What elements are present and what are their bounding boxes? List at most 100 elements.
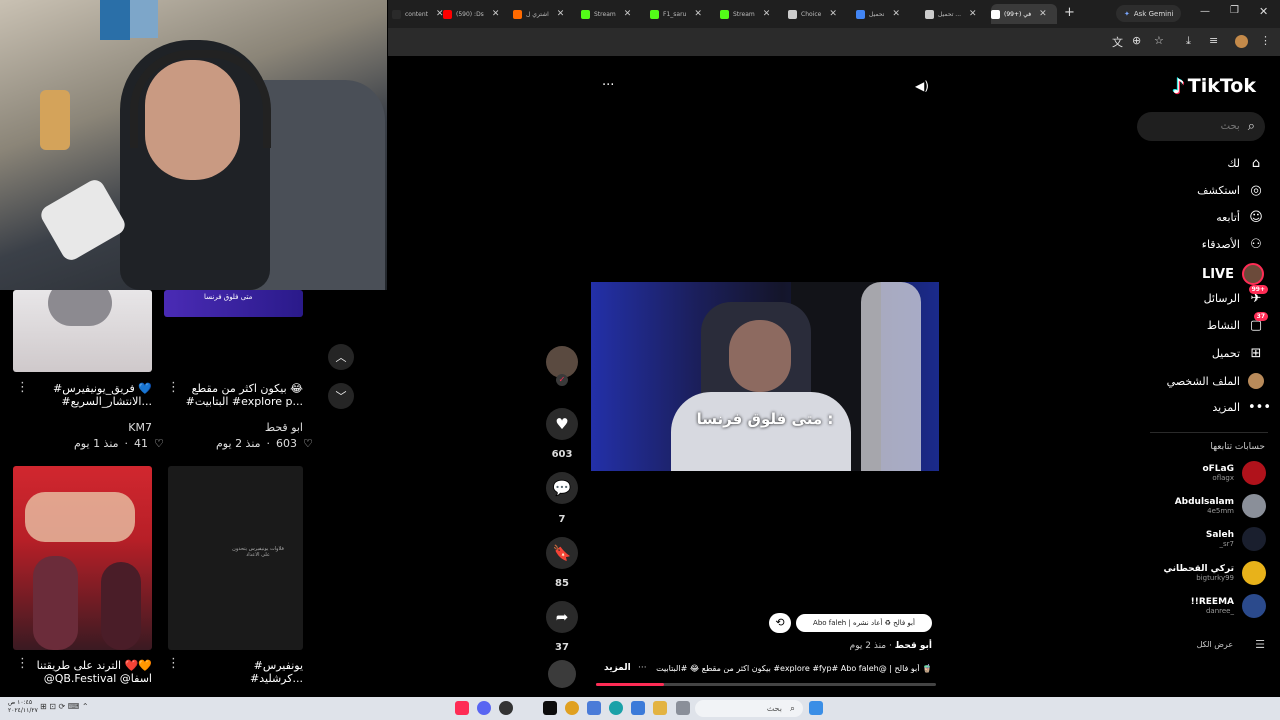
close-tab-icon[interactable]: ✕: [1039, 9, 1047, 19]
explorer-taskbar-icon[interactable]: [653, 701, 667, 715]
app-taskbar-icon[interactable]: [499, 701, 513, 715]
tiktok-taskbar-icon[interactable]: [455, 701, 469, 715]
thumb-text: فلاوات يونيفيرس يتحدون على الاعداد: [232, 546, 284, 558]
grid-thumbnail[interactable]: فلاوات يونيفيرس يتحدون على الاعداد: [168, 466, 303, 650]
terminal-taskbar-icon[interactable]: [543, 701, 557, 715]
restore-window-icon[interactable]: ❐: [1230, 5, 1239, 16]
sidebar-item-activity[interactable]: النشاط ▢ 37: [1207, 312, 1268, 333]
sidebar-item-live[interactable]: LIVE: [1202, 263, 1264, 285]
browser-tab[interactable]: Stream ✕: [720, 4, 786, 24]
follow-check-icon[interactable]: ✓: [556, 374, 568, 386]
browser-menu-icon[interactable]: ⋮: [1260, 34, 1271, 47]
start-button-icon[interactable]: [809, 701, 823, 715]
like-button[interactable]: ♥: [546, 408, 578, 440]
grid-item-menu-icon[interactable]: ⋮: [16, 380, 29, 395]
video-author[interactable]: أبو قحط: [895, 641, 932, 651]
zoom-icon[interactable]: ⊕: [1132, 34, 1141, 47]
sidebar-item-profile[interactable]: الملف الشخصي: [1167, 373, 1264, 389]
browser-tab[interactable]: تحميل ✕: [856, 4, 922, 24]
new-tab-button[interactable]: +: [1064, 5, 1075, 20]
sidebar-item-compass[interactable]: استكشف ◎: [1197, 183, 1264, 198]
caption-more-button[interactable]: المزيد: [604, 663, 631, 673]
video-progress-track[interactable]: [596, 683, 936, 686]
close-tab-icon[interactable]: ✕: [829, 9, 837, 19]
notification-badge: 99+: [1248, 285, 1268, 294]
followed-account[interactable]: Saleh _sr7: [1206, 527, 1266, 551]
video-options-icon[interactable]: ···: [602, 78, 614, 93]
repost-button[interactable]: ⟲: [769, 613, 791, 633]
gemini-button[interactable]: ✦ Ask Gemini: [1116, 5, 1182, 22]
sidebar-item-home[interactable]: لك ⌂: [1227, 156, 1264, 171]
grid-caption[interactable]: #يونفيرس #كرشليد...: [180, 659, 303, 685]
address-bar[interactable]: 文 ⊕ ☆ ⤓ ≡ ⋮: [388, 28, 1280, 56]
grid-caption[interactable]: بيكون اكثر من مقطع 😂 #البتابيت #explore …: [175, 382, 303, 408]
browser-tab[interactable]: (590) :Ds ✕: [443, 4, 509, 24]
grid-thumbnail[interactable]: [13, 466, 152, 650]
repost-chip[interactable]: Abo faleh | أبو فالح ♻ أعاد نشره: [796, 614, 932, 632]
sidebar-item-friends[interactable]: الأصدقاء ⚇: [1202, 237, 1264, 252]
close-tab-icon[interactable]: ✕: [969, 9, 977, 19]
translate-icon[interactable]: 文: [1112, 34, 1123, 50]
search-input[interactable]: بحث ⌕: [1137, 112, 1265, 141]
grid-author[interactable]: KM7: [100, 421, 152, 434]
save-button[interactable]: 🔖: [546, 537, 578, 569]
tiktok-logo[interactable]: ♪ TikTok: [1172, 74, 1256, 98]
browser-tab[interactable]: F1_saru ✕: [650, 4, 716, 24]
video-player[interactable]: متى فلوق فرنسا :: [591, 282, 939, 471]
grid-caption[interactable]: #فريق_يونيفيرس 💙 #الانتشار_السريع...: [40, 382, 152, 408]
grid-thumbnail[interactable]: متى فلوق فرنسا: [164, 290, 303, 317]
live-icon: [1242, 263, 1264, 285]
download-icon[interactable]: ⤓: [1186, 34, 1191, 48]
see-all-link[interactable]: عرض الكل ☰: [1180, 638, 1265, 651]
tray-clock[interactable]: ١٠:٤٥ ص ٢٠٢٤/١١/٢٧: [8, 699, 38, 715]
edge-taskbar-icon[interactable]: [609, 701, 623, 715]
previous-video-button[interactable]: ︿: [328, 344, 354, 370]
grid-author[interactable]: ابو قحط: [240, 421, 303, 434]
app-taskbar-icon[interactable]: [676, 701, 690, 715]
grid-caption[interactable]: الترند على طريقتنا ❤️🧡 @QB.Festival @اسف…: [30, 659, 152, 685]
followed-account[interactable]: !!REEMA danree_: [1191, 594, 1266, 618]
bookmark-star-icon[interactable]: ☆: [1154, 34, 1164, 47]
chrome-taskbar-icon[interactable]: [565, 701, 579, 715]
app-taskbar-icon[interactable]: [587, 701, 601, 715]
grid-stats: منذ 1 يوم · 41 ♡: [74, 437, 164, 450]
profile-avatar[interactable]: [1235, 35, 1248, 48]
discord-taskbar-icon[interactable]: [477, 701, 491, 715]
sidebar-item-more[interactable]: المزيد •••: [1212, 400, 1271, 415]
comment-button[interactable]: 💬: [546, 472, 578, 504]
taskbar-search[interactable]: بحث ⌕: [695, 700, 803, 717]
caption-more-dots[interactable]: ···: [638, 663, 647, 673]
minimize-window-icon[interactable]: —: [1200, 6, 1210, 17]
followed-account[interactable]: تركي القحطاني bigturky99: [1163, 561, 1266, 585]
next-video-button[interactable]: ﹀: [328, 383, 354, 409]
volume-icon[interactable]: ◀): [915, 79, 929, 93]
followed-account[interactable]: oFLaG oflagx: [1202, 461, 1266, 485]
close-window-icon[interactable]: ✕: [1259, 5, 1268, 18]
followed-account[interactable]: Abdulsalam 4e5mm: [1175, 494, 1266, 518]
tab-favicon-icon: [581, 9, 590, 19]
tray-icons[interactable]: ⊞ ⊡ ⟳ ⌨ ⌃: [40, 702, 89, 711]
sound-disc[interactable]: [548, 660, 576, 688]
browser-tab[interactable]: اشتري ل ✕: [513, 4, 579, 24]
grid-thumbnail[interactable]: [13, 290, 152, 372]
close-tab-icon[interactable]: ✕: [624, 9, 632, 19]
browser-tab[interactable]: تحميل ... ✕: [925, 4, 991, 24]
close-tab-icon[interactable]: ✕: [892, 9, 900, 19]
sidebar-item-following[interactable]: أتابعه ☺: [1216, 210, 1264, 225]
browser-tab[interactable]: Stream ✕: [581, 4, 647, 24]
grid-item-menu-icon[interactable]: ⋮: [16, 656, 29, 671]
tab-label: تحميل ...: [938, 10, 962, 18]
share-button[interactable]: ➦: [546, 601, 578, 633]
store-taskbar-icon[interactable]: [631, 701, 645, 715]
sidebar-item-messages[interactable]: الرسائل ✈ 99+: [1204, 285, 1268, 306]
close-tab-icon[interactable]: ✕: [492, 9, 500, 19]
close-tab-icon[interactable]: ✕: [557, 9, 565, 19]
browser-tab[interactable]: (99+) ‏في ✕: [991, 4, 1057, 24]
bookmark-icon: 🔖: [552, 544, 572, 562]
close-tab-icon[interactable]: ✕: [763, 9, 771, 19]
close-tab-icon[interactable]: ✕: [694, 9, 702, 19]
sidebar-item-upload[interactable]: تحميل ⊞: [1212, 346, 1264, 361]
queue-icon[interactable]: ≡: [1209, 34, 1218, 47]
grid-item-menu-icon[interactable]: ⋮: [167, 656, 180, 671]
browser-tab[interactable]: Choice ✕: [788, 4, 854, 24]
